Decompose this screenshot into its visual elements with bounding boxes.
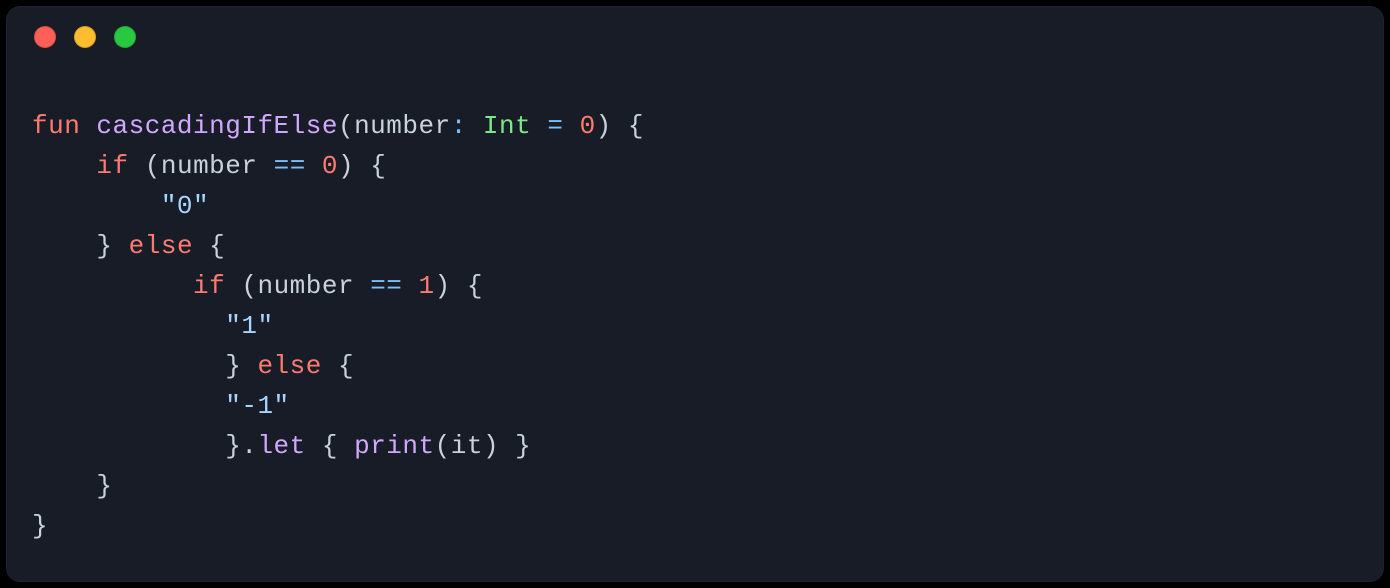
zoom-icon[interactable]: [114, 26, 136, 48]
param-name: number: [354, 111, 451, 141]
dot-op: .: [241, 431, 257, 461]
method-let: let: [257, 431, 305, 461]
rbrace: }: [225, 351, 241, 381]
rbrace: }: [32, 511, 48, 541]
lparen: (: [338, 111, 354, 141]
type-int: Int: [483, 111, 531, 141]
keyword-if: if: [193, 271, 225, 301]
rparen: ): [338, 151, 354, 181]
lbrace: {: [322, 431, 338, 461]
keyword-else: else: [257, 351, 321, 381]
titlebar: [6, 6, 1384, 68]
keyword-else: else: [129, 231, 193, 261]
string-one: "1": [225, 311, 273, 341]
lparen: (: [435, 431, 451, 461]
rbrace: }: [96, 471, 112, 501]
rparen: ): [483, 431, 499, 461]
lbrace: {: [467, 271, 483, 301]
keyword-if: if: [96, 151, 128, 181]
code-window: fun cascadingIfElse(number: Int = 0) { i…: [6, 6, 1384, 582]
keyword-fun: fun: [32, 111, 80, 141]
assign-op: =: [547, 111, 563, 141]
lparen: (: [145, 151, 161, 181]
lparen: (: [241, 271, 257, 301]
string-neg-one: "-1": [225, 391, 289, 421]
string-zero: "0": [161, 191, 209, 221]
rbrace: }: [225, 431, 241, 461]
eq-op: ==: [370, 271, 402, 301]
lbrace: {: [370, 151, 386, 181]
rparen: ): [435, 271, 451, 301]
colon: :: [451, 111, 467, 141]
close-icon[interactable]: [34, 26, 56, 48]
literal-one: 1: [419, 271, 435, 301]
default-zero: 0: [580, 111, 596, 141]
rparen: ): [596, 111, 612, 141]
lbrace: {: [338, 351, 354, 381]
eq-op: ==: [274, 151, 306, 181]
rbrace: }: [96, 231, 112, 261]
lbrace: {: [209, 231, 225, 261]
lbrace: {: [628, 111, 644, 141]
minimize-icon[interactable]: [74, 26, 96, 48]
ident-number: number: [257, 271, 354, 301]
rbrace: }: [515, 431, 531, 461]
code-block: fun cascadingIfElse(number: Int = 0) { i…: [32, 106, 1358, 562]
ident-number: number: [161, 151, 258, 181]
ident-it: it: [451, 431, 483, 461]
function-name: cascadingIfElse: [96, 111, 338, 141]
fn-print: print: [354, 431, 435, 461]
literal-zero: 0: [322, 151, 338, 181]
